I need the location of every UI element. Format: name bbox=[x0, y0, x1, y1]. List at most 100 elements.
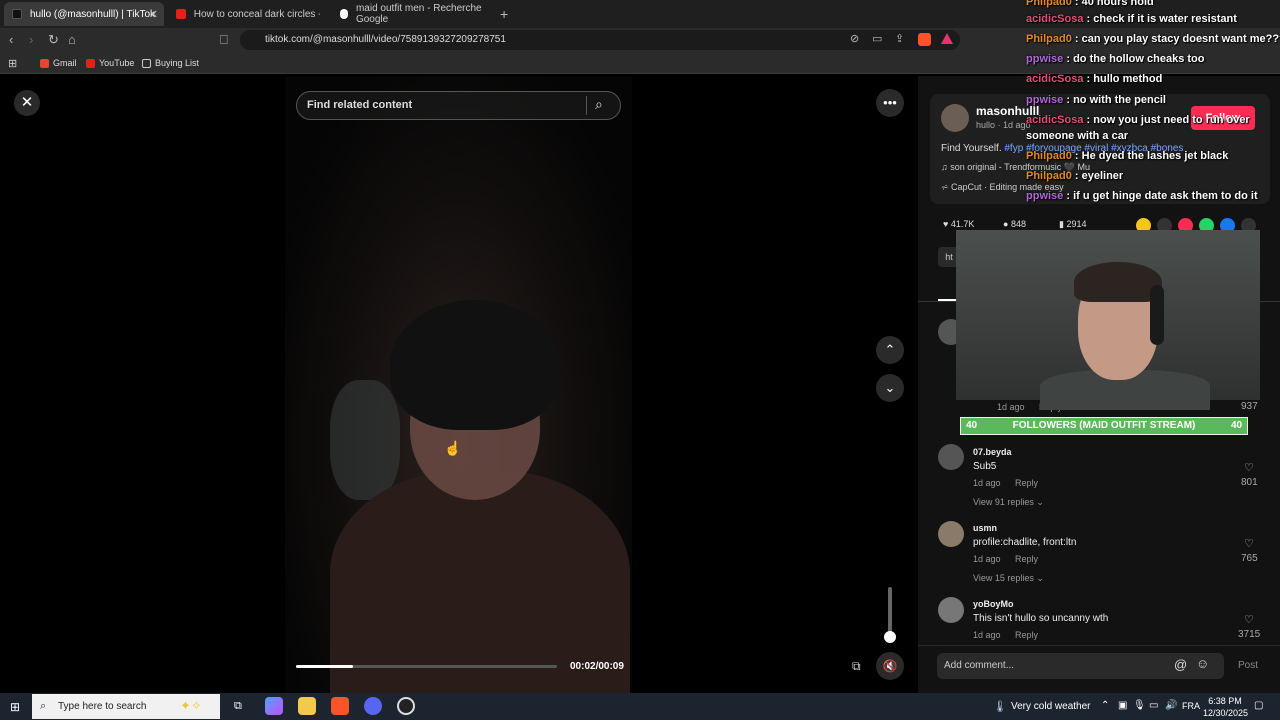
comment-like-count: 801 bbox=[1241, 477, 1258, 488]
google-favicon-icon bbox=[340, 9, 348, 19]
notifications-icon[interactable]: ▢ bbox=[1254, 700, 1263, 711]
tab-close-icon[interactable]: ✕ bbox=[149, 8, 158, 21]
creator-avatar[interactable] bbox=[941, 104, 969, 132]
chat-username: acidicSosa bbox=[1026, 73, 1084, 85]
comment-age: 1d ago bbox=[973, 630, 1001, 640]
new-tab-icon[interactable]: + bbox=[500, 6, 508, 22]
comment-author[interactable]: 07.beyda bbox=[973, 447, 1012, 457]
comment-reply[interactable]: Reply bbox=[1015, 554, 1038, 564]
microphone-icon[interactable]: 🎙 bbox=[1133, 700, 1146, 711]
taskbar-clock[interactable]: 6:38 PM 12/30/2025 bbox=[1203, 695, 1248, 719]
view-replies[interactable]: View 91 replies ⌄ bbox=[973, 497, 1044, 508]
comment-text: This isn't hullo so uncanny wth bbox=[973, 613, 1109, 624]
url-text[interactable]: tiktok.com/@masonhulll/video/75891393272… bbox=[265, 34, 506, 45]
cast-icon[interactable]: ▭ bbox=[872, 32, 882, 45]
tab-title: hullo (@masonhulll) | TikTok bbox=[30, 8, 156, 20]
chat-text: : no with the pencil bbox=[1063, 94, 1166, 106]
bookmark-buying-list[interactable]: Buying List bbox=[142, 58, 199, 68]
forward-icon[interactable]: › bbox=[29, 32, 33, 47]
discord-icon[interactable] bbox=[364, 697, 382, 715]
comment-age: 1d ago bbox=[973, 478, 1001, 488]
close-video-button[interactable]: ✕ bbox=[14, 90, 40, 116]
tiktok-favicon-icon bbox=[12, 9, 22, 19]
comment-avatar[interactable] bbox=[938, 597, 964, 623]
webcam-hair bbox=[1074, 262, 1162, 302]
comment-author[interactable]: yoBoyMo bbox=[973, 599, 1014, 609]
chat-text: : now you just need to run over bbox=[1083, 114, 1250, 126]
comment-reply[interactable]: Reply bbox=[1015, 478, 1038, 488]
tray-app-icon[interactable]: ▣ bbox=[1118, 700, 1127, 711]
pip-icon[interactable]: ⧉ bbox=[852, 659, 861, 674]
brave-rewards-icon[interactable] bbox=[941, 33, 953, 44]
comment-text: profile:chadlite, front:ltn bbox=[973, 537, 1077, 548]
reader-icon[interactable]: ⊘ bbox=[850, 32, 859, 45]
task-view-icon[interactable]: ⧉ bbox=[234, 700, 242, 713]
comment-heart-icon[interactable]: ♡ bbox=[1244, 461, 1254, 474]
reload-icon[interactable]: ↻ bbox=[48, 32, 59, 48]
chat-text: : hullo method bbox=[1083, 73, 1163, 85]
weather-text[interactable]: Very cold weather bbox=[1011, 701, 1091, 712]
chat-text: : He dyed the lashes jet black bbox=[1071, 150, 1229, 162]
view-replies[interactable]: View 15 replies ⌄ bbox=[973, 573, 1044, 584]
chat-message: Philpad0 : can you play stacy doesnt wan… bbox=[1026, 33, 1280, 45]
chat-text: : check if it is water resistant bbox=[1083, 13, 1237, 25]
save-stat[interactable]: ▮ 2914 bbox=[1059, 219, 1086, 230]
headset-icon bbox=[1150, 285, 1164, 345]
sparkle-icon[interactable]: ✦✧ bbox=[180, 698, 202, 714]
comment-avatar[interactable] bbox=[938, 444, 964, 470]
obs-icon[interactable] bbox=[397, 697, 415, 715]
apps-grid-icon[interactable]: ⊞ bbox=[8, 57, 17, 70]
mute-button[interactable]: 🔇 bbox=[876, 652, 904, 680]
share-icon[interactable]: ⇪ bbox=[895, 32, 904, 45]
tab-youtube[interactable]: How to conceal dark circles - YouTub bbox=[168, 2, 328, 26]
capcut-icon: ⩫ bbox=[941, 182, 952, 192]
volume-knob[interactable] bbox=[884, 631, 896, 643]
more-options-button[interactable]: ••• bbox=[876, 89, 904, 117]
comment-like-count: 765 bbox=[1241, 553, 1258, 564]
comment-avatar[interactable] bbox=[938, 521, 964, 547]
bookmark-gmail[interactable]: Gmail bbox=[40, 58, 77, 68]
file-explorer-icon[interactable] bbox=[298, 697, 316, 715]
chat-username: ppwise bbox=[1026, 53, 1064, 65]
video-background-plant bbox=[330, 380, 400, 500]
network-icon[interactable]: ▭ bbox=[1149, 700, 1158, 711]
previous-video-button[interactable]: ⌃ bbox=[876, 336, 904, 364]
comment-stat[interactable]: ● 848 bbox=[1003, 219, 1026, 229]
volume-slider[interactable] bbox=[888, 587, 892, 637]
comment-heart-icon[interactable]: ♡ bbox=[1244, 537, 1254, 550]
followers-goal-label: FOLLOWERS (MAID OUTFIT STREAM) bbox=[1012, 420, 1196, 431]
youtube-icon bbox=[86, 58, 95, 68]
chat-text: someone with a car bbox=[1026, 130, 1129, 142]
search-icon[interactable]: ⌕ bbox=[595, 96, 603, 113]
emoji-icon[interactable]: ☺ bbox=[1196, 656, 1209, 671]
comment-placeholder: Add comment... bbox=[944, 660, 1015, 671]
chat-text: : 40 hours hold bbox=[1071, 0, 1154, 8]
home-icon[interactable]: ⌂ bbox=[68, 32, 76, 47]
volume-icon[interactable]: 🔊 bbox=[1165, 700, 1177, 711]
chat-message: ppwise : no with the pencil bbox=[1026, 94, 1166, 106]
comment-heart-icon[interactable]: ♡ bbox=[1244, 613, 1254, 626]
gmail-icon bbox=[40, 58, 49, 68]
chat-text: : do the hollow cheaks too bbox=[1063, 53, 1205, 65]
next-video-button[interactable]: ⌄ bbox=[876, 374, 904, 402]
chat-message: acidicSosa : hullo method bbox=[1026, 73, 1162, 85]
video-progress-fill bbox=[296, 665, 354, 668]
brave-browser-icon[interactable] bbox=[331, 697, 349, 715]
comment-author[interactable]: usmn bbox=[973, 523, 997, 533]
bookmark-youtube[interactable]: YouTube bbox=[86, 58, 134, 68]
bookmark-icon[interactable]: ⎕ bbox=[220, 32, 228, 48]
tab-tiktok[interactable]: hullo (@masonhulll) | TikTok ✕ bbox=[4, 2, 164, 26]
brave-shield-icon[interactable] bbox=[918, 33, 931, 46]
windows-start-icon[interactable]: ⊞ bbox=[10, 700, 20, 714]
mention-icon[interactable]: @ bbox=[1174, 657, 1187, 672]
back-icon[interactable]: ‹ bbox=[9, 32, 13, 47]
language-indicator[interactable]: FRA bbox=[1182, 701, 1200, 711]
post-button[interactable]: Post bbox=[1238, 660, 1258, 671]
like-stat[interactable]: ♥ 41.7K bbox=[943, 219, 974, 229]
tab-title: How to conceal dark circles - YouTub bbox=[193, 8, 320, 20]
comment-reply[interactable]: Reply bbox=[1015, 630, 1038, 640]
copilot-icon[interactable] bbox=[265, 697, 283, 715]
tab-google[interactable]: maid outfit men - Recherche Google bbox=[332, 2, 492, 26]
comment-bubble-icon: ● bbox=[1003, 219, 1011, 229]
tray-chevron-icon[interactable]: ⌃ bbox=[1101, 700, 1109, 711]
